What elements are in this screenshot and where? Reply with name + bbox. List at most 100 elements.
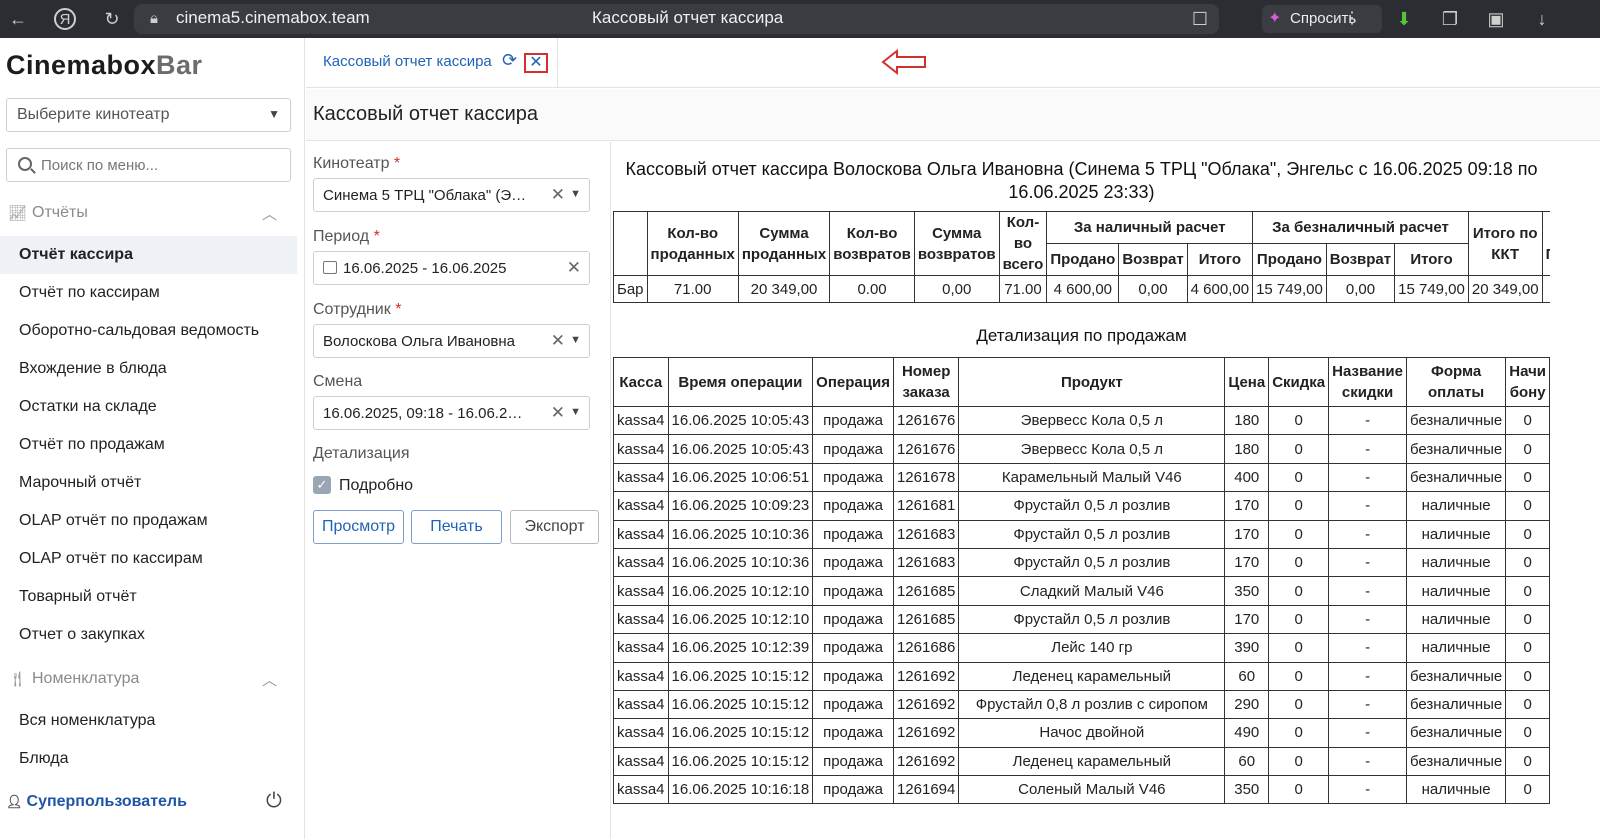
clear-icon[interactable]: ✕ <box>551 331 565 351</box>
sidebar-item[interactable]: Вся номенклатура <box>0 702 297 740</box>
url-text[interactable]: cinema5.cinemabox.team <box>176 8 370 28</box>
clear-icon[interactable]: ✕ <box>567 258 581 278</box>
table-row: kassa4 16.06.2025 10:10:36 продажа 1261683 Ф… <box>613 547 1550 578</box>
header-line: Кол-во <box>846 224 898 242</box>
header-cell: Возврат <box>1325 243 1396 276</box>
tab-label[interactable]: Кассовый отчет кассира <box>323 53 492 70</box>
table-cell: продажа <box>812 604 894 635</box>
table-cell: 170 <box>1224 491 1270 521</box>
table-cell: 0 <box>1505 746 1550 777</box>
print-button[interactable]: Печать <box>411 510 502 544</box>
table-cell: продажа <box>812 775 894 805</box>
collections-icon[interactable]: ❐ <box>1438 7 1462 31</box>
table-cell: 170 <box>1224 547 1270 578</box>
sidebar-item[interactable]: Оборотно-сальдовая ведомость <box>0 312 297 350</box>
header-cell: Кол-во всего <box>998 211 1048 276</box>
header-cell <box>613 211 648 276</box>
table-cell: Леденец карамельный <box>958 746 1226 777</box>
header-cell: Возврат <box>1118 243 1188 276</box>
table-cell: - <box>1328 775 1407 805</box>
table-cell: - <box>1328 661 1407 691</box>
table-cell: kassa4 <box>613 434 669 464</box>
chevron-down-icon[interactable]: ▼ <box>570 334 581 346</box>
extension-icon[interactable]: ▣ <box>1484 7 1508 31</box>
table-cell: наличные <box>1405 519 1507 549</box>
back-icon[interactable]: ← <box>6 7 30 31</box>
detail-checkbox-label[interactable]: Подробно <box>339 477 413 495</box>
export-button[interactable]: Экспорт <box>510 510 599 544</box>
header-cell: Продано <box>1252 243 1327 276</box>
sidebar-item[interactable]: Товарный отчёт <box>0 578 297 616</box>
sidebar-item[interactable]: Отчет о закупках <box>0 616 297 654</box>
reload-icon[interactable]: ↻ <box>100 7 124 31</box>
header-line: Сумма <box>932 224 982 242</box>
tab-cashier-report[interactable]: Кассовый отчет кассира ⟳ ✕ <box>306 38 558 88</box>
view-button[interactable]: Просмотр <box>313 510 404 544</box>
sidebar-item[interactable]: Марочный отчёт <box>0 464 297 502</box>
table-cell: 4 600,00 <box>1046 275 1120 303</box>
sidebar-item[interactable]: Отчёт по продажам <box>0 426 297 464</box>
table-cell: продажа <box>812 462 894 493</box>
shift-field[interactable]: 16.06.2025, 09:18 - 16.06.2025, 23:33 ✕ ▼ <box>313 396 590 430</box>
ask-button[interactable]: ✦ Спросить <box>1262 5 1382 33</box>
table-cell: kassa4 <box>613 462 669 493</box>
sidebar-item[interactable]: Отчёт по кассирам <box>0 274 297 312</box>
bookmark-icon[interactable]: ☐ <box>1188 7 1212 31</box>
downloads-icon[interactable]: ↓ <box>1530 7 1554 31</box>
current-user[interactable]: 👤︎ Суперпользователь <box>6 793 187 811</box>
table-cell: kassa4 <box>613 519 669 549</box>
table-cell: kassa4 <box>613 576 669 606</box>
table-cell: kassa4 <box>613 547 669 578</box>
table-cell: - <box>1328 519 1407 549</box>
table-cell: 16.06.2025 10:10:36 <box>667 547 814 578</box>
table-cell: безналичные <box>1405 434 1507 464</box>
header-line: заказа <box>902 384 950 401</box>
sidebar-item[interactable]: Блюда <box>0 740 297 778</box>
group-reports[interactable]: 📈︎ Отчёты ︿ <box>0 196 305 230</box>
cinema-field[interactable]: Синема 5 ТРЦ "Облака" (Энгельс) ✕ ▼ <box>313 178 590 212</box>
sidebar-item[interactable]: Вхождение в блюда <box>0 350 297 388</box>
group-nomenclature[interactable]: 🍴︎ Номенклатура ︿ <box>0 662 305 696</box>
table-cell: 16.06.2025 10:12:10 <box>667 576 814 606</box>
refresh-icon[interactable]: ⟳ <box>502 50 517 71</box>
menu-search-input[interactable]: Поиск по меню... <box>6 148 291 182</box>
sidebar-item[interactable]: OLAP отчёт по продажам <box>0 502 297 540</box>
logout-icon[interactable]: ⏻ <box>266 790 282 813</box>
report-view: Кассовый отчет кассира Волоскова Ольга И… <box>613 142 1550 839</box>
table-cell: 0 <box>1268 576 1330 606</box>
window-title: Кассовый отчет кассира <box>592 8 784 27</box>
sidebar-item[interactable]: Остатки на складе <box>0 388 297 426</box>
download-arrow-icon[interactable]: ⬇ <box>1392 7 1416 31</box>
table-cell: безналичные <box>1405 718 1507 748</box>
sidebar-item[interactable]: OLAP отчёт по кассирам <box>0 540 297 578</box>
chevron-up-icon: ︿ <box>261 672 277 689</box>
cinema-select[interactable]: Выберите кинотеатр ▼ <box>6 98 291 132</box>
table-cell: 1261694 <box>892 775 960 805</box>
table-cell: 16.06.2025 10:09:23 <box>667 491 814 521</box>
more-icon[interactable]: ⋮ <box>1340 7 1364 31</box>
table-row: kassa4 16.06.2025 10:05:43 продажа 1261676 Э… <box>613 405 1550 436</box>
employee-label: Сотрудник * <box>313 301 402 318</box>
table-cell: безналичные <box>1405 462 1507 493</box>
chevron-down-icon[interactable]: ▼ <box>570 406 581 418</box>
chevron-down-icon[interactable]: ▼ <box>570 188 581 200</box>
table-cell: 180 <box>1224 434 1270 464</box>
employee-field[interactable]: Волоскова Ольга Ивановна ✕ ▼ <box>313 324 590 358</box>
table-cell: - <box>1328 689 1407 720</box>
clear-icon[interactable]: ✕ <box>551 185 565 205</box>
table-cell: 16.06.2025 10:05:43 <box>667 434 814 464</box>
header-line: Итого по <box>1472 224 1538 242</box>
clear-icon[interactable]: ✕ <box>551 403 565 423</box>
table-cell: 0 <box>1268 661 1330 691</box>
table-cell: 16.06.2025 10:05:43 <box>667 405 814 436</box>
yandex-icon[interactable]: Я <box>54 8 76 30</box>
table-cell: 0 <box>1541 275 1550 303</box>
table-cell: 16.06.2025 10:16:18 <box>667 775 814 805</box>
period-field[interactable]: 16.06.2025 - 16.06.2025 ✕ <box>313 251 590 285</box>
detail-checkbox[interactable]: ✓ <box>313 476 331 494</box>
logo[interactable]: CinemaboxBar <box>6 50 203 81</box>
table-row: kassa4 16.06.2025 10:10:36 продажа 1261683 Ф… <box>613 519 1550 549</box>
close-tab-icon[interactable]: ✕ <box>524 53 548 73</box>
table-cell: 16.06.2025 10:15:12 <box>667 718 814 748</box>
sidebar-item[interactable]: Отчёт кассира <box>0 236 297 274</box>
